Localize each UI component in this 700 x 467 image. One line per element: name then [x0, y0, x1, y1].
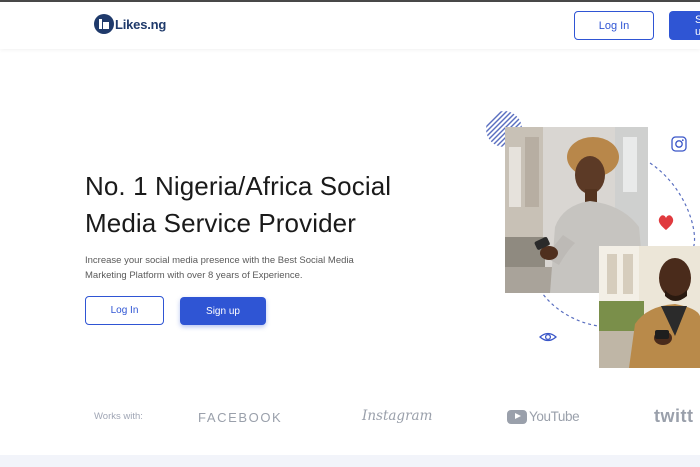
logo[interactable]: Likes.ng [94, 14, 166, 34]
instagram-icon [671, 136, 687, 152]
next-section-edge [0, 455, 700, 467]
youtube-logo: YouTube [507, 409, 580, 424]
youtube-play-icon [507, 409, 527, 424]
instagram-logo: Instagram [362, 408, 433, 424]
hero-title: No. 1 Nigeria/Africa Social Media Servic… [85, 171, 392, 238]
hero-subtitle: Increase your social media presence with… [85, 255, 354, 281]
hero-login-button[interactable]: Log In [85, 296, 164, 325]
eye-icon [539, 332, 557, 342]
hero-photo-man [599, 246, 700, 368]
works-with-label: Works with: [94, 411, 143, 422]
header-login-button[interactable]: Log In [574, 11, 654, 40]
heart-icon [658, 215, 674, 230]
logo-icon [94, 14, 114, 34]
logo-text: Likes.ng [115, 16, 167, 32]
twitter-logo: twitt [654, 406, 694, 426]
hero-signup-button[interactable]: Sign up [180, 297, 266, 325]
header-signup-button[interactable]: Sign up [669, 11, 700, 40]
youtube-logo-text: YouTube [529, 409, 580, 424]
facebook-logo: FACEBOOK [198, 410, 283, 425]
dashed-arc-right [649, 162, 696, 251]
site-header: Likes.ng Log In Sign up [0, 2, 700, 49]
